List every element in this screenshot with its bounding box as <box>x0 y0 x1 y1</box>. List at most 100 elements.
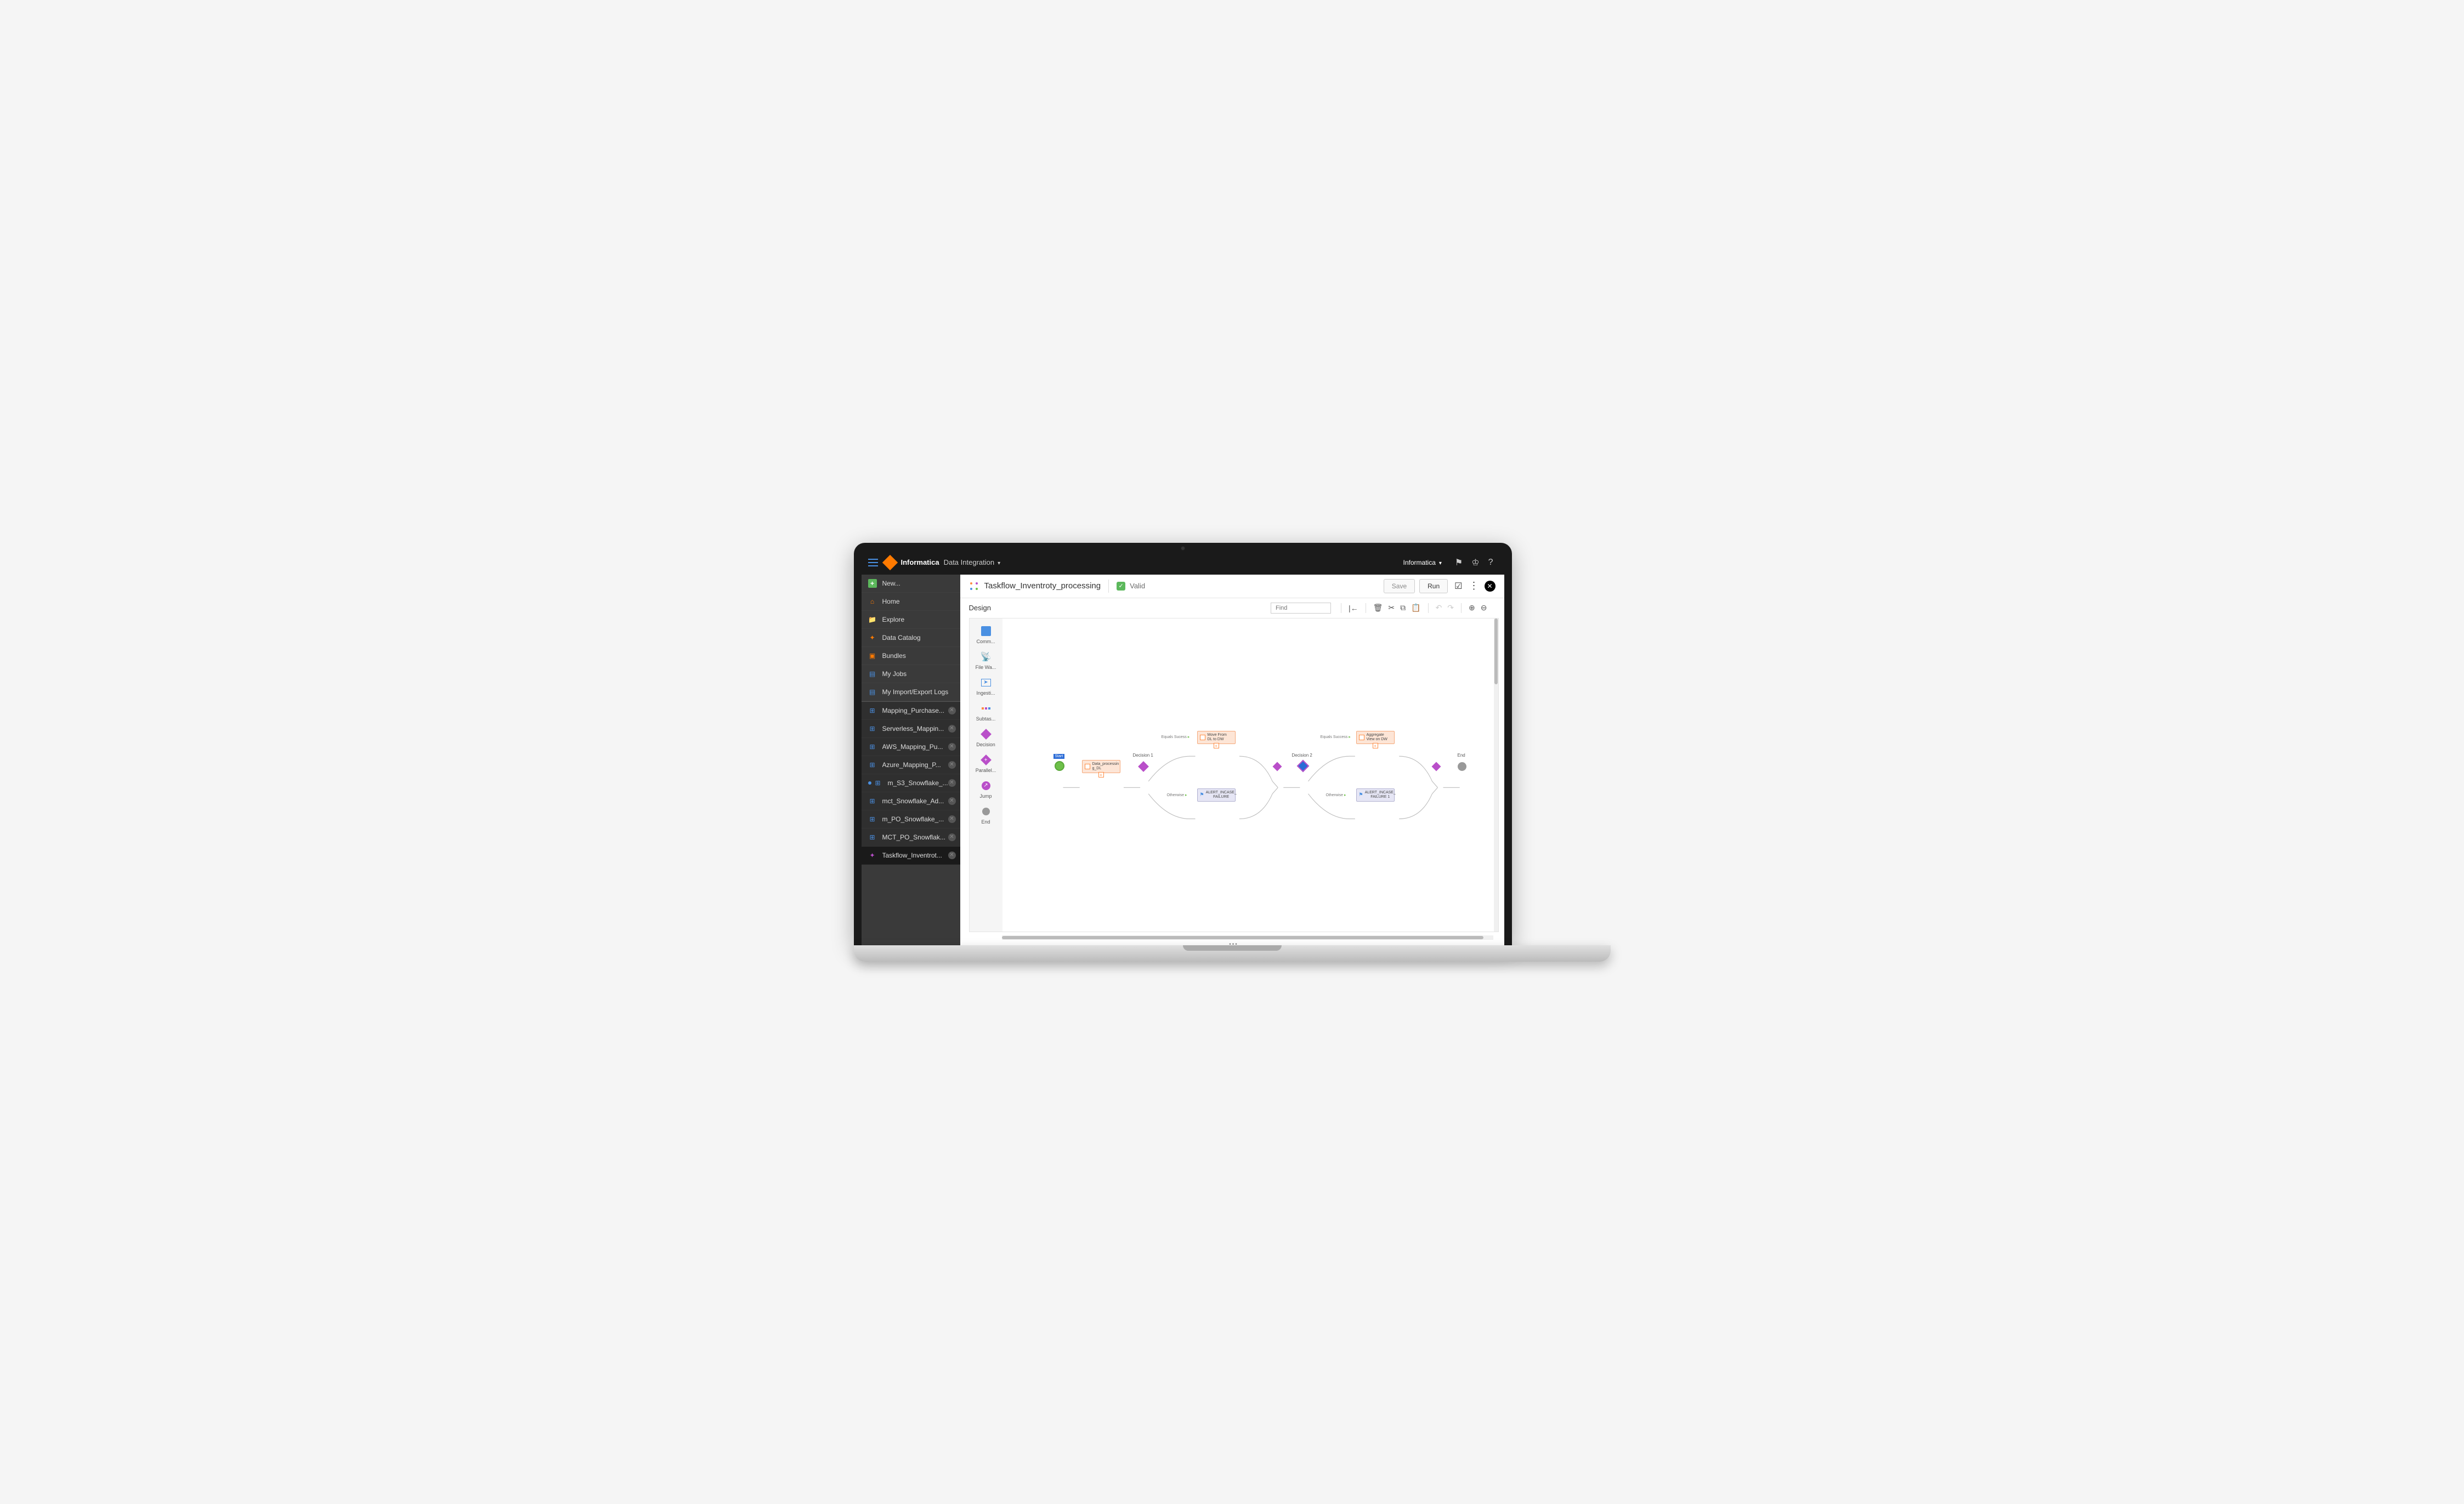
mapping-icon: ⊞ <box>874 779 882 787</box>
branch-equals-success-1: Equals Sucess ▸ <box>1162 735 1190 739</box>
palette-item-ingest[interactable]: ➤Ingesti... <box>970 673 1002 699</box>
flow-start-node[interactable]: Start <box>1055 761 1064 771</box>
close-icon[interactable]: ✕ <box>948 833 956 841</box>
brand-text: Informatica <box>901 558 939 566</box>
palette-item-end[interactable]: End <box>970 802 1002 828</box>
close-icon[interactable]: ✕ <box>948 761 956 769</box>
brand-logo-icon <box>882 554 897 570</box>
sidebar-tab-m-s3-snowflake[interactable]: ⊞m_S3_Snowflake_...✕ <box>862 774 960 792</box>
folder-icon: 📁 <box>868 615 877 624</box>
palette-item-subtask[interactable]: Subtas... <box>970 699 1002 725</box>
valid-status: ✓Valid <box>1117 582 1145 591</box>
palette-item-decision[interactable]: Decision <box>970 725 1002 751</box>
validate-icon[interactable]: ☑ <box>1454 581 1462 592</box>
kebab-menu-icon[interactable]: ⋮ <box>1469 580 1478 592</box>
ingest-icon: ➤ <box>981 679 991 686</box>
user-icon[interactable]: ♔ <box>1471 557 1479 568</box>
close-icon[interactable]: ✕ <box>948 852 956 859</box>
product-dropdown[interactable]: Data Integration▾ <box>944 558 1001 566</box>
sidebar-tab-m-po-snowflake[interactable]: ⊞m_PO_Snowflake_...✕ <box>862 810 960 828</box>
flow-task-move-dl-dw[interactable]: Move From DL to DW + <box>1197 731 1236 745</box>
task-icon <box>1359 735 1364 740</box>
flow-decision-1[interactable] <box>1140 763 1147 770</box>
close-icon[interactable]: ✕ <box>948 779 956 787</box>
palette-item-command[interactable]: Comm... <box>970 622 1002 648</box>
content-header: Taskflow_Inventroty_processing ✓Valid Sa… <box>960 575 1504 598</box>
paste-icon[interactable]: 📋 <box>1411 603 1420 612</box>
flow-task-aggregate-view[interactable]: Aggregate View on DW + <box>1356 731 1395 745</box>
mapping-icon: ⊞ <box>868 833 877 842</box>
flow-merge-2[interactable] <box>1433 763 1440 770</box>
sidebar-tab-aws[interactable]: ⊞AWS_Mapping_Pu...✕ <box>862 738 960 756</box>
sidebar-tab-taskflow-inventroty[interactable]: ✦Taskflow_Inventrot...✕ <box>862 847 960 865</box>
taskflow-icon <box>969 581 979 591</box>
flow-alert-failure-2[interactable]: ⚑ALERT_INCASE_ FAILURE 1 <box>1356 788 1395 802</box>
account-dropdown[interactable]: Informatica▾ <box>1403 559 1442 566</box>
sidebar-tab-serverless[interactable]: ⊞Serverless_Mappin...✕ <box>862 720 960 738</box>
vertical-scrollbar[interactable] <box>1494 618 1498 932</box>
plus-icon[interactable]: + <box>1214 743 1219 748</box>
collapse-left-icon[interactable]: |← <box>1349 604 1358 612</box>
cut-icon[interactable]: ✂ <box>1388 603 1395 612</box>
flag-icon[interactable]: ⚑ <box>1455 557 1463 568</box>
sidebar-item-data-catalog[interactable]: ✦Data Catalog <box>862 629 960 647</box>
branch-equals-success-2: Equals Success ▸ <box>1321 735 1351 739</box>
run-button[interactable]: Run <box>1419 579 1448 593</box>
flow-task-data-processing[interactable]: Data_processin g_DL + <box>1082 760 1120 774</box>
palette-item-filewatch[interactable]: 📡File Wa... <box>970 648 1002 673</box>
sidebar-item-explore[interactable]: 📁Explore <box>862 611 960 629</box>
delete-icon[interactable]: 🗑 <box>1373 603 1383 612</box>
catalog-icon: ✦ <box>868 633 877 642</box>
top-nav: Informatica Data Integration▾ Informatic… <box>862 550 1504 575</box>
decision-icon <box>981 729 992 740</box>
palette-item-parallel[interactable]: Parallel... <box>970 751 1002 776</box>
task-icon <box>1085 764 1090 769</box>
canvas[interactable]: Start Data_processin g_DL + Decision 1 <box>1002 618 1498 932</box>
flow-end-node[interactable] <box>1458 762 1466 771</box>
close-icon[interactable]: ✕ <box>1485 581 1496 592</box>
zoom-in-icon[interactable]: ⊕ <box>1469 603 1475 612</box>
flow-merge-1[interactable] <box>1274 763 1281 770</box>
taskflow-icon: ✦ <box>868 851 877 860</box>
sidebar-tab-mct-po-snowflake[interactable]: ⊞MCT_PO_Snowflak...✕ <box>862 828 960 847</box>
subtask-icon <box>970 702 1002 714</box>
end-icon <box>982 808 990 815</box>
zoom-out-icon[interactable]: ⊖ <box>1481 603 1487 612</box>
find-input[interactable] <box>1271 603 1331 614</box>
flow-decision-2[interactable] <box>1299 762 1307 770</box>
plus-icon[interactable]: + <box>1373 743 1378 748</box>
mapping-icon: ⊞ <box>868 724 877 733</box>
laptop-camera <box>1181 546 1185 550</box>
flow-alert-failure-1[interactable]: ⚑ALERT_INCASE_ FAILURE <box>1197 788 1236 802</box>
merge-diamond-icon <box>1272 762 1282 771</box>
sidebar-tab-mct-snowflake[interactable]: ⊞mct_Snowflake_Ad...✕ <box>862 792 960 810</box>
sidebar-item-bundles[interactable]: ▣Bundles <box>862 647 960 665</box>
sidebar-tab-mapping-purchase[interactable]: ⊞Mapping_Purchase...✕ <box>862 702 960 720</box>
connectors <box>1002 618 1498 932</box>
merge-diamond-icon <box>1431 762 1441 771</box>
close-icon[interactable]: ✕ <box>948 797 956 805</box>
save-button[interactable]: Save <box>1384 579 1415 593</box>
hamburger-icon[interactable] <box>868 559 878 566</box>
sidebar-item-my-jobs[interactable]: ▤My Jobs <box>862 665 960 683</box>
undo-icon[interactable]: ↶ <box>1436 603 1442 612</box>
copy-icon[interactable]: ⧉ <box>1400 603 1406 612</box>
redo-icon[interactable]: ↷ <box>1447 603 1454 612</box>
palette-item-jump[interactable]: ↗Jump <box>970 776 1002 802</box>
plus-icon[interactable]: + <box>1098 772 1104 777</box>
horizontal-scrollbar[interactable] <box>1002 935 1493 940</box>
flag-icon: ⚑ <box>1200 792 1204 798</box>
flag-icon: ⚑ <box>1359 792 1363 798</box>
mapping-icon: ⊞ <box>868 815 877 824</box>
close-icon[interactable]: ✕ <box>948 743 956 751</box>
sidebar-item-new[interactable]: +New... <box>862 575 960 593</box>
sidebar-item-home[interactable]: ⌂Home <box>862 593 960 611</box>
close-icon[interactable]: ✕ <box>948 725 956 733</box>
sidebar-tab-azure[interactable]: ⊞Azure_Mapping_P...✕ <box>862 756 960 774</box>
task-icon <box>1200 735 1205 740</box>
help-icon[interactable]: ? <box>1488 558 1493 567</box>
panel-drag-handle[interactable]: ••• <box>1229 941 1238 945</box>
close-icon[interactable]: ✕ <box>948 815 956 823</box>
sidebar-item-import-export-logs[interactable]: ▤My Import/Export Logs <box>862 683 960 701</box>
close-icon[interactable]: ✕ <box>948 707 956 714</box>
